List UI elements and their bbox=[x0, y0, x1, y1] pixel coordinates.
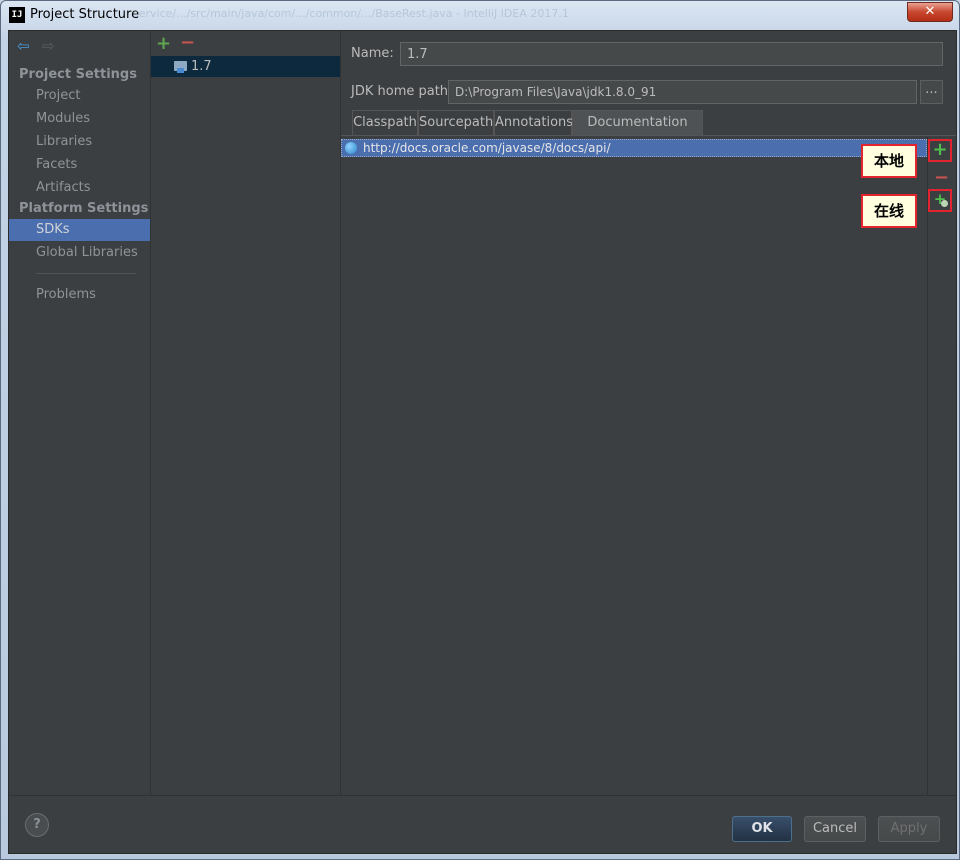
sdk-detail-panel: Name: JDK home path: ... Classpath Sourc… bbox=[341, 31, 956, 795]
project-settings-heading: Project Settings bbox=[19, 67, 137, 82]
tab-documentation-paths[interactable]: Documentation Paths bbox=[572, 110, 703, 154]
remove-path-icon[interactable]: − bbox=[934, 167, 949, 188]
nav-item-problems[interactable]: Problems bbox=[9, 284, 150, 306]
online-callout: 在线 bbox=[861, 194, 917, 228]
sdk-item-label: 1.7 bbox=[191, 59, 212, 74]
nav-item-libraries[interactable]: Libraries bbox=[9, 131, 150, 153]
sdk-list-item[interactable]: 1.7 bbox=[151, 56, 340, 77]
web-globe-icon bbox=[941, 200, 948, 207]
nav-item-global-libraries[interactable]: Global Libraries bbox=[9, 242, 150, 264]
local-callout: 本地 bbox=[861, 144, 917, 178]
name-label: Name: bbox=[351, 46, 394, 61]
documentation-paths-list: http://docs.oracle.com/javase/8/docs/api… bbox=[341, 137, 928, 795]
sdk-list-panel: + − 1.7 bbox=[151, 31, 341, 795]
add-local-path-button[interactable]: + bbox=[928, 139, 952, 162]
nav-item-facets[interactable]: Facets bbox=[9, 154, 150, 176]
nav-divider bbox=[36, 273, 136, 274]
apply-button[interactable]: Apply bbox=[878, 816, 940, 842]
browse-button[interactable]: ... bbox=[920, 80, 943, 104]
intellij-app-icon: IJ bbox=[9, 7, 25, 23]
dialog-client-area: ⇦ ⇨ Project Settings Project Modules Lib… bbox=[8, 30, 957, 854]
project-structure-window: IJ Project Structure service/.../src/mai… bbox=[0, 0, 960, 860]
title-bar[interactable]: IJ Project Structure service/.../src/mai… bbox=[1, 1, 959, 29]
settings-nav: ⇦ ⇨ Project Settings Project Modules Lib… bbox=[9, 31, 151, 795]
jdk-home-path-field[interactable] bbox=[448, 80, 917, 104]
nav-item-artifacts[interactable]: Artifacts bbox=[9, 177, 150, 199]
window-title: Project Structure bbox=[30, 7, 140, 22]
globe-icon bbox=[345, 142, 357, 154]
jdk-home-path-label: JDK home path: bbox=[351, 84, 453, 99]
tab-annotations[interactable]: Annotations bbox=[494, 110, 573, 136]
name-field[interactable] bbox=[400, 42, 943, 66]
nav-item-modules[interactable]: Modules bbox=[9, 108, 150, 130]
cancel-button[interactable]: Cancel bbox=[804, 816, 866, 842]
help-button[interactable]: ? bbox=[25, 813, 49, 837]
list-item[interactable]: http://docs.oracle.com/javase/8/docs/api… bbox=[341, 139, 927, 157]
nav-item-project[interactable]: Project bbox=[9, 85, 150, 107]
ok-button[interactable]: OK bbox=[732, 816, 792, 842]
tab-divider bbox=[341, 135, 956, 136]
jdk-folder-icon bbox=[174, 61, 187, 73]
background-window-title: service/.../src/main/java/com/.../common… bbox=[133, 7, 569, 20]
add-sdk-icon[interactable]: + bbox=[156, 33, 171, 54]
forward-arrow-icon[interactable]: ⇨ bbox=[42, 37, 55, 55]
remove-sdk-icon[interactable]: − bbox=[180, 32, 195, 53]
doc-path-url: http://docs.oracle.com/javase/8/docs/api… bbox=[363, 141, 611, 155]
tab-sourcepath[interactable]: Sourcepath bbox=[418, 110, 494, 136]
add-online-path-button[interactable]: + bbox=[928, 189, 952, 212]
footer-divider bbox=[9, 795, 956, 796]
nav-item-sdks[interactable]: SDKs bbox=[9, 219, 150, 241]
close-button[interactable]: ✕ bbox=[907, 2, 953, 22]
platform-settings-heading: Platform Settings bbox=[19, 201, 149, 216]
tab-classpath[interactable]: Classpath bbox=[352, 110, 418, 136]
back-arrow-icon[interactable]: ⇦ bbox=[17, 37, 30, 55]
